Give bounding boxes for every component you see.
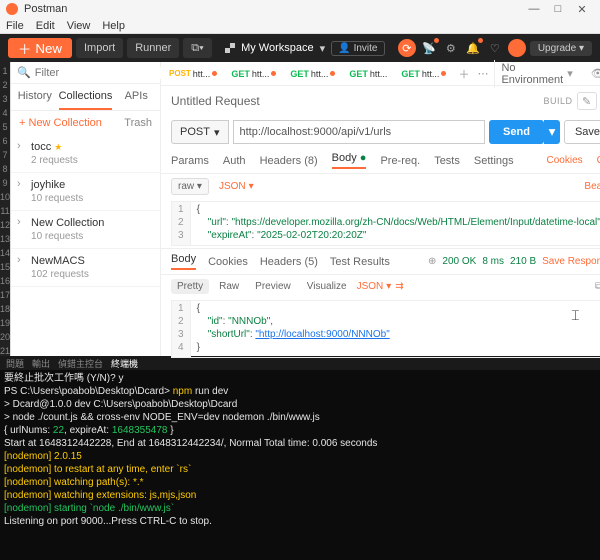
menu-help[interactable]: Help [102,20,125,32]
menubar: File Edit View Help [0,18,600,34]
notifications-icon[interactable]: 🔔 [464,39,482,57]
add-tab-icon[interactable]: ＋ [458,66,469,82]
request-tab[interactable]: GEThtt... [227,67,280,81]
workspace-name[interactable]: My Workspace [241,42,314,54]
response-body[interactable]: 1234 { "id": "NNNOb", "shortUrl": "http:… [171,300,600,358]
resp-tab-cookies[interactable]: Cookies [208,256,248,268]
app-title: Postman [24,3,67,15]
send-button[interactable]: Send [489,120,544,144]
resp-json-selector[interactable]: JSON ▾ [357,281,392,292]
subtab-auth[interactable]: Auth [223,155,246,167]
more-tabs-icon[interactable]: ⋯ [477,67,488,80]
resp-tab-headers[interactable]: Headers (5) [260,256,318,268]
request-tab[interactable]: GEThtt... [286,67,339,81]
copy-icon[interactable]: ⧉ [595,281,600,292]
env-preview-icon[interactable]: 👁 [591,67,600,80]
import-button[interactable]: Import [76,38,123,58]
term-tab-terminal[interactable]: 終端機 [111,357,138,370]
new-button[interactable]: ＋ New [8,38,72,58]
request-tab[interactable]: GEThtt... [345,67,391,81]
window-titlebar: Postman — □ ✕ [0,0,600,18]
term-tab-problems[interactable]: 問題 [6,357,24,370]
capture-icon[interactable]: 📡 [420,39,438,57]
upgrade-button[interactable]: Upgrade ▾ [530,41,592,56]
minimize-icon[interactable]: — [522,3,546,15]
request-title[interactable]: Untitled Request [171,94,260,108]
sidebar: 🔍 History Collections APIs + New Collect… [11,62,161,356]
subtab-prereq[interactable]: Pre-req. [380,155,420,167]
body-json-selector[interactable]: JSON ▾ [219,181,254,192]
tab-apis[interactable]: APIs [112,84,160,110]
postman-logo-icon [6,3,18,15]
code-link[interactable]: Code [597,155,600,166]
collection-item[interactable]: joyhike 10 requests [11,173,160,211]
send-dropdown-icon[interactable]: ▾ [544,120,560,144]
maximize-icon[interactable]: □ [546,3,570,15]
request-body-editor[interactable]: 123 { "url": "https://developer.mozilla.… [171,201,600,246]
chevron-down-icon[interactable]: ▾ [320,42,326,55]
topbar: ＋ New Import Runner ⧉▾ My Workspace ▾ 👤 … [0,34,600,62]
resp-tab-body[interactable]: Body [171,253,196,270]
size-badge: 210 B [510,256,536,267]
terminal-output[interactable]: 要終止批次工作嗎 (Y/N)? y PS C:\Users\poabob\Des… [0,370,600,560]
cookies-link[interactable]: Cookies [547,155,583,166]
filter-input[interactable] [35,67,177,79]
view-raw[interactable]: Raw [213,279,245,294]
heart-icon[interactable]: ♡ [486,39,504,57]
environment-selector[interactable]: No Environment [501,62,563,86]
subtab-headers[interactable]: Headers (8) [260,155,318,167]
menu-edit[interactable]: Edit [36,20,55,32]
collection-item[interactable]: tocc ★ 2 requests [11,135,160,173]
body-raw-button[interactable]: raw ▾ [171,178,209,195]
runner-button[interactable]: Runner [127,38,179,58]
terminal-tabs: 問題 輸出 偵錯主控台 終端機 [0,356,600,370]
request-tab[interactable]: POSThtt... [165,67,221,81]
editor-gutter: 1234567891011121314151617181920212223 [0,62,10,356]
wrap-lines-icon[interactable]: ⇉ [395,281,403,292]
subtab-body[interactable]: Body ● [332,152,367,169]
workspace-grid-icon [225,43,235,53]
new-collection-button[interactable]: + New Collection [19,117,102,129]
term-tab-debug[interactable]: 偵錯主控台 [58,357,103,370]
subtab-params[interactable]: Params [171,155,209,167]
close-icon[interactable]: ✕ [570,3,594,16]
subtab-tests[interactable]: Tests [434,155,460,167]
beautify-link[interactable]: Beautify [584,181,600,192]
open-new-icon[interactable]: ⧉▾ [183,38,211,58]
save-response-button[interactable]: Save Response ▾ [542,256,600,267]
chevron-down-icon: ▾ [214,126,220,139]
avatar[interactable] [508,39,526,57]
view-pretty[interactable]: Pretty [171,279,209,294]
request-tab[interactable]: GEThtt... [397,67,450,81]
url-input[interactable]: http://localhost:9000/api/v1/urls [233,120,486,144]
method-selector[interactable]: POST ▾ [171,120,228,144]
menu-file[interactable]: File [6,20,24,32]
resp-tab-tests[interactable]: Test Results [330,256,390,268]
tab-history[interactable]: History [11,84,59,110]
search-icon: 🔍 [17,66,31,79]
trash-link[interactable]: Trash [124,117,152,129]
comments-icon[interactable]: ✎ [577,92,597,110]
text-cursor-icon: ⌶ [571,307,579,324]
build-label: BUILD [544,96,573,106]
time-badge: 8 ms [482,256,504,267]
subtab-settings[interactable]: Settings [474,155,514,167]
menu-view[interactable]: View [67,20,91,32]
star-icon: ★ [54,142,62,152]
chevron-down-icon[interactable]: ▾ [567,67,573,80]
tab-collections[interactable]: Collections [59,84,113,110]
status-badge: 200 OK [442,256,476,267]
term-tab-output[interactable]: 輸出 [32,357,50,370]
settings-icon[interactable]: ⚙ [442,39,460,57]
invite-button[interactable]: 👤 Invite [331,41,384,56]
network-icon[interactable]: ⊕ [428,256,436,267]
sync-icon[interactable]: ⟳ [398,39,416,57]
collection-item[interactable]: New Collection 10 requests [11,211,160,249]
save-button[interactable]: Save ▾ [564,120,600,144]
view-visualize[interactable]: Visualize [301,279,353,294]
collection-item[interactable]: NewMACS 102 requests [11,249,160,287]
view-preview[interactable]: Preview [249,279,297,294]
request-tabs: POSThtt... GEThtt... GEThtt... GEThtt...… [161,62,600,86]
